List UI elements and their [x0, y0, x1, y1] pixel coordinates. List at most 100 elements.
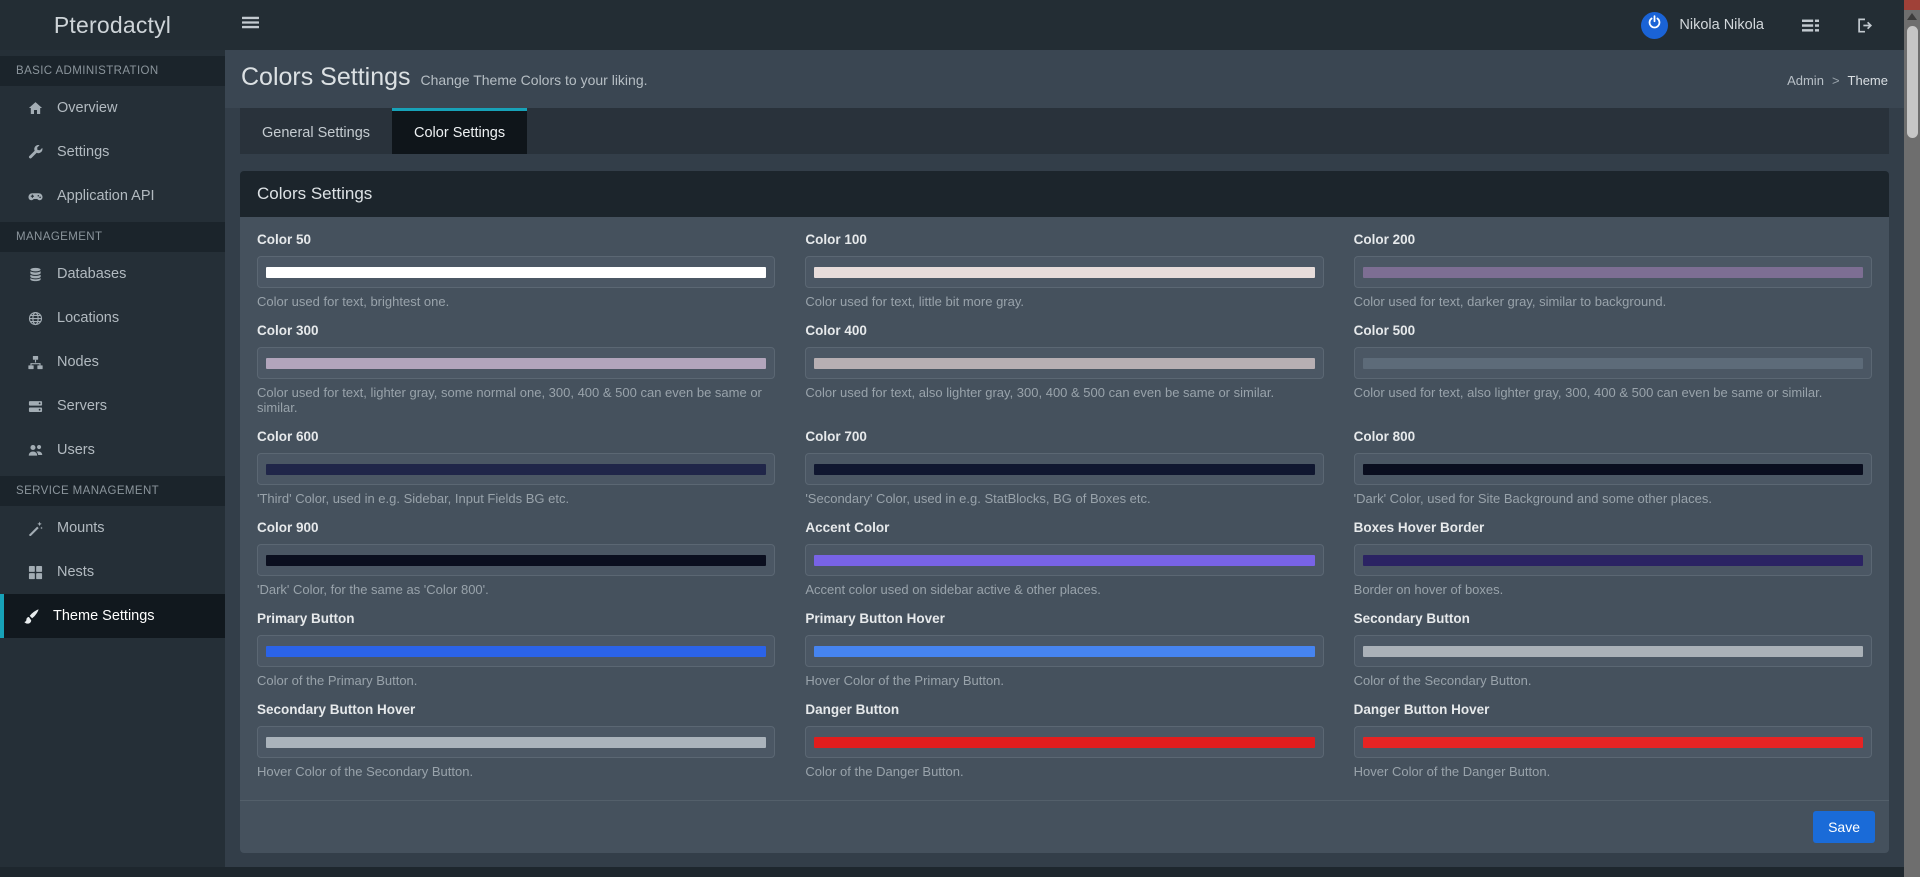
save-button[interactable]: Save [1813, 811, 1875, 843]
field-description: Color of the Danger Button. [805, 764, 964, 779]
color-swatch [266, 554, 767, 566]
field-label: Color 700 [805, 429, 867, 444]
sidebar-item-label: Users [57, 442, 95, 458]
color-swatch [266, 645, 767, 657]
sidebar-toggle-button[interactable] [225, 0, 275, 50]
color-picker-input-color-900[interactable] [257, 544, 776, 576]
field-description: Color used for text, brightest one. [257, 294, 450, 309]
scrollbar-top-button[interactable] [1904, 0, 1920, 10]
color-picker-input-secondary-button[interactable] [1353, 635, 1872, 667]
field-description: Color used for text, little bit more gra… [805, 294, 1025, 309]
sidebar-item-nests[interactable]: Nests [0, 550, 225, 594]
sidebar-item-label: Theme Settings [53, 608, 155, 624]
sidebar-item-servers[interactable]: Servers [0, 384, 225, 428]
sidebar-item-label: Mounts [57, 520, 105, 536]
color-swatch [814, 463, 1315, 475]
field-accent-color: Accent Color Accent color used on sidebar… [805, 520, 1324, 611]
color-picker-input-color-500[interactable] [1353, 347, 1872, 379]
field-secondary-button-hover: Secondary Button Hover Hover Color of the… [257, 702, 776, 793]
vertical-scrollbar[interactable] [1904, 0, 1920, 877]
color-picker-input-color-200[interactable] [1353, 256, 1872, 288]
sidebar-item-nodes[interactable]: Nodes [0, 340, 225, 384]
color-swatch [266, 357, 767, 369]
sidebar-item-application-api[interactable]: Application API [0, 174, 225, 218]
color-picker-input-primary-button-hover[interactable] [805, 635, 1324, 667]
color-fields-grid: Color 50 Color used for text, brightest o… [257, 232, 1872, 793]
field-label: Primary Button [257, 611, 355, 626]
sidebar: BASIC ADMINISTRATION Overview Settings Appl… [0, 50, 225, 877]
avatar[interactable] [1641, 11, 1669, 39]
tab-color-settings[interactable]: Color Settings [392, 108, 528, 154]
color-picker-input-danger-button[interactable] [805, 726, 1324, 758]
field-label: Boxes Hover Border [1353, 520, 1485, 535]
sidebar-item-databases[interactable]: Databases [0, 252, 225, 296]
user-menu[interactable]: Nikola Nikola [1641, 11, 1874, 39]
field-color-500: Color 500 Color used for text, also light… [1353, 323, 1872, 429]
field-primary-button-hover: Primary Button Hover Hover Color of the P… [805, 611, 1324, 702]
gamepad-icon [27, 189, 44, 204]
color-swatch [266, 463, 767, 475]
color-swatch [1362, 554, 1863, 566]
page-subtitle: Change Theme Colors to your liking. [420, 72, 648, 88]
field-primary-button: Primary Button Color of the Primary Butto… [257, 611, 776, 702]
sidebar-item-label: Locations [57, 310, 120, 326]
field-label: Accent Color [805, 520, 890, 535]
menu-icon [241, 14, 259, 36]
color-picker-input-color-100[interactable] [805, 256, 1324, 288]
color-picker-input-color-300[interactable] [257, 347, 776, 379]
field-label: Color 400 [805, 323, 867, 338]
sidebar-item-settings[interactable]: Settings [0, 130, 225, 174]
field-color-600: Color 600 'Third' Color, used in e.g. Sid… [257, 429, 776, 520]
color-picker-input-color-800[interactable] [1353, 453, 1872, 485]
breadcrumb: Admin > Theme [1787, 73, 1888, 88]
app-brand[interactable]: Pterodactyl [0, 12, 225, 39]
field-description: Color of the Secondary Button. [1353, 673, 1532, 688]
user-name[interactable]: Nikola Nikola [1679, 17, 1764, 33]
field-color-100: Color 100 Color used for text, little bit… [805, 232, 1324, 323]
color-picker-input-boxes-hover-border[interactable] [1353, 544, 1872, 576]
server-icon [27, 399, 44, 414]
field-color-700: Color 700 'Secondary' Color, used in e.g.… [805, 429, 1324, 520]
field-label: Color 200 [1353, 232, 1416, 247]
field-danger-button: Danger Button Color of the Danger Button. [805, 702, 1324, 793]
color-picker-input-primary-button[interactable] [257, 635, 776, 667]
tasks-icon[interactable] [1802, 17, 1819, 34]
color-picker-input-accent-color[interactable] [805, 544, 1324, 576]
field-label: Secondary Button [1353, 611, 1470, 626]
tab-general-settings[interactable]: General Settings [240, 108, 392, 154]
color-picker-input-secondary-button-hover[interactable] [257, 726, 776, 758]
field-description: Color of the Primary Button. [257, 673, 418, 688]
color-swatch [1362, 266, 1863, 278]
color-picker-input-danger-button-hover[interactable] [1353, 726, 1872, 758]
wrench-icon [27, 144, 44, 160]
sidebar-item-theme-settings[interactable]: Theme Settings [0, 594, 225, 638]
sidebar-item-label: Application API [57, 188, 155, 204]
sidebar-item-label: Servers [57, 398, 107, 414]
color-swatch [814, 645, 1315, 657]
field-description: 'Dark' Color, used for Site Background a… [1353, 491, 1712, 506]
page-header: Colors Settings Change Theme Colors to y… [225, 50, 1904, 108]
sidebar-section-header-management: MANAGEMENT [0, 222, 225, 252]
content-area: Colors Settings Change Theme Colors to y… [225, 50, 1904, 877]
page-footer-band [0, 867, 1920, 877]
sidebar-item-users[interactable]: Users [0, 428, 225, 472]
color-picker-input-color-400[interactable] [805, 347, 1324, 379]
sidebar-item-overview[interactable]: Overview [0, 86, 225, 130]
scrollbar-thumb[interactable] [1907, 26, 1918, 138]
sidebar-item-label: Nests [57, 564, 95, 580]
field-label: Color 100 [805, 232, 867, 247]
color-picker-input-color-50[interactable] [257, 256, 776, 288]
field-color-800: Color 800 'Dark' Color, used for Site Bac… [1353, 429, 1872, 520]
field-description: Color used for text, also lighter gray, … [1353, 385, 1823, 400]
sign-out-icon[interactable] [1857, 17, 1874, 34]
paint-brush-icon [23, 608, 40, 624]
color-picker-input-color-700[interactable] [805, 453, 1324, 485]
scroll-up-icon [1907, 13, 1917, 20]
field-label: Color 800 [1353, 429, 1416, 444]
tab-label: General Settings [262, 124, 371, 141]
color-swatch [814, 357, 1315, 369]
color-picker-input-color-600[interactable] [257, 453, 776, 485]
sidebar-item-mounts[interactable]: Mounts [0, 506, 225, 550]
breadcrumb-item-admin[interactable]: Admin [1787, 73, 1824, 88]
sidebar-item-locations[interactable]: Locations [0, 296, 225, 340]
